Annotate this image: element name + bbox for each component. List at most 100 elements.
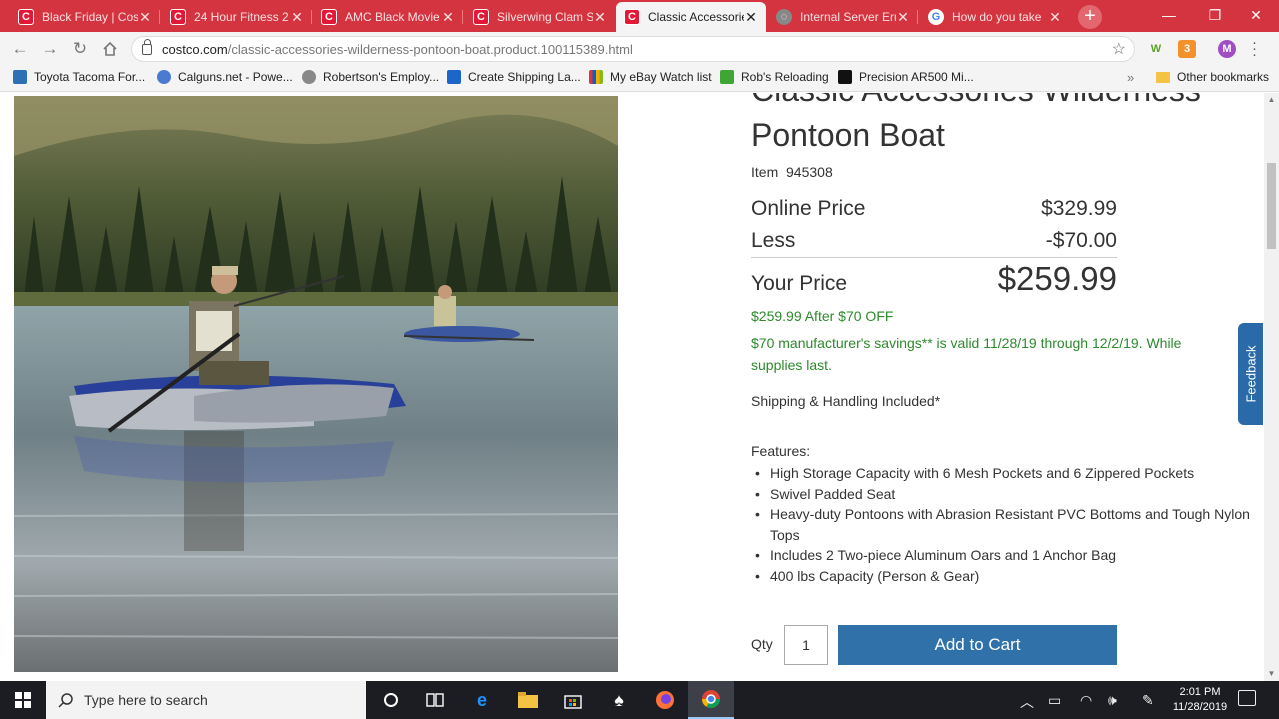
discount-row: Less -$70.00 [751,229,1117,253]
extension-badge-icon[interactable]: 3 [1178,40,1196,58]
online-price-row: Online Price $329.99 [751,197,1117,221]
globe-error-icon: ◌ [776,9,792,25]
tab-title: Silverwing Clam S [497,10,593,24]
close-tab-icon[interactable]: ✕ [1048,9,1062,26]
bookmark-label: Rob's Reloading [741,70,829,84]
extension-w-icon[interactable]: W [1147,40,1165,58]
battery-icon[interactable]: ▭ [1048,692,1061,709]
bookmark-item[interactable]: My eBay Watch list [589,70,712,84]
scroll-down-icon[interactable]: ▼ [1267,669,1276,678]
browser-tab[interactable]: C AMC Black Movie ✕ [313,2,463,32]
edge-browser-icon[interactable]: e [459,681,505,719]
bookmark-favicon-icon [302,70,316,84]
bookmark-favicon-icon [838,70,852,84]
action-center-icon[interactable] [1238,690,1256,706]
task-view-icon[interactable] [412,681,458,719]
close-tab-icon[interactable]: ✕ [290,9,304,26]
tab-title: Classic Accessories [648,10,744,24]
bookmark-item[interactable]: Toyota Tacoma For... [13,70,145,84]
forward-arrow-icon[interactable]: → [38,37,62,61]
close-tab-icon[interactable]: ✕ [138,9,152,26]
browser-tab[interactable]: C Black Friday | Cost ✕ [10,2,160,32]
chrome-menu-icon[interactable]: · · · [1252,35,1257,62]
bookmark-item[interactable]: Robertson's Employ... [302,70,439,84]
new-tab-button[interactable]: + [1078,5,1102,29]
cortana-icon[interactable] [368,681,414,719]
back-arrow-icon[interactable]: ← [8,37,32,61]
bookmark-favicon-icon [13,70,27,84]
bookmark-item[interactable]: Calguns.net - Powe... [157,70,293,84]
browser-tab[interactable]: G How do you take ✕ [920,2,1070,32]
profile-avatar[interactable]: M [1218,40,1236,58]
solitaire-icon[interactable]: ♠ [596,681,642,719]
costco-favicon-icon: C [473,9,489,25]
tab-title: 24 Hour Fitness 2 [194,10,289,24]
windows-logo-icon [15,692,31,708]
bookmarks-bar: Toyota Tacoma For... Calguns.net - Powe.… [0,66,1279,92]
browser-tab[interactable]: C 24 Hour Fitness 2 ✕ [162,2,312,32]
feedback-tab[interactable]: Feedback [1238,323,1263,425]
less-value: -$70.00 [1045,229,1117,252]
more-bookmarks-icon[interactable]: » [1127,70,1134,85]
volume-icon[interactable]: 🕪 [1108,692,1117,709]
bookmark-item[interactable]: Rob's Reloading [720,70,829,84]
home-icon[interactable] [98,37,122,61]
scrollbar-thumb[interactable] [1267,163,1276,249]
bookmark-item[interactable]: Precision AR500 Mi... [838,70,974,84]
tab-title: How do you take [952,10,1042,24]
search-icon [58,693,73,708]
bookmark-star-icon[interactable]: ☆ [1112,39,1126,59]
minimize-button[interactable]: — [1146,0,1192,30]
taskbar-clock[interactable]: 2:01 PM 11/28/2019 [1168,685,1232,715]
folder-icon [1156,71,1170,83]
page-scrollbar[interactable]: ▲ ▼ [1264,93,1279,681]
tab-title: AMC Black Movie [345,10,440,24]
close-tab-icon[interactable]: ✕ [593,9,607,26]
bookmark-favicon-icon [720,70,734,84]
start-button[interactable] [0,681,46,719]
restore-button[interactable]: ❐ [1192,0,1238,30]
file-explorer-icon[interactable] [505,681,551,719]
quantity-input[interactable]: 1 [784,625,828,665]
url-host: costco.com [162,41,228,57]
taskbar-search-input[interactable]: Type here to search [46,681,366,719]
feature-item: Heavy-duty Pontoons with Abrasion Resist… [751,504,1251,545]
pen-workspace-icon[interactable]: ✎ [1142,692,1154,709]
google-favicon-icon: G [928,9,944,25]
scroll-up-icon[interactable]: ▲ [1267,95,1276,104]
bookmark-label: Precision AR500 Mi... [859,70,974,84]
feature-item: Includes 2 Two-piece Aluminum Oars and 1… [751,545,1251,566]
close-tab-icon[interactable]: ✕ [744,9,758,26]
close-window-button[interactable]: ✕ [1233,0,1279,30]
reload-icon[interactable]: ↻ [68,37,92,61]
store-icon[interactable] [550,681,596,719]
browser-tab[interactable]: C Silverwing Clam S ✕ [465,2,615,32]
browser-tab[interactable]: ◌ Internal Server Err ✕ [768,2,918,32]
product-image[interactable] [14,96,618,672]
wifi-icon[interactable]: ◠ [1080,692,1092,709]
features-heading: Features: [751,443,811,459]
add-to-cart-button[interactable]: Add to Cart [838,625,1117,665]
chrome-taskbar-icon[interactable] [688,681,734,719]
savings-text: $70 manufacturer's savings** is valid 11… [751,335,1182,373]
bookmark-item[interactable]: Create Shipping La... [447,70,581,84]
product-title: Classic Accessories Wilderness Pontoon B… [751,93,1201,153]
other-bookmarks-folder[interactable]: Other bookmarks [1156,70,1269,84]
item-label: Item [751,164,779,180]
tab-title: Internal Server Err [800,10,896,24]
quantity-label: Qty [751,636,773,652]
item-number: 945308 [786,164,833,180]
show-hidden-icons-icon[interactable]: ︿ [1020,692,1034,712]
browser-tab-active[interactable]: C Classic Accessories ✕ [616,2,766,32]
online-price-value: $329.99 [1041,197,1117,220]
address-bar[interactable]: costco.com/classic-accessories-wildernes… [131,36,1135,62]
close-tab-icon[interactable]: ✕ [896,9,910,26]
promo-price-text: $259.99 After $70 OFF [751,308,894,324]
features-list: High Storage Capacity with 6 Mesh Pocket… [751,463,1251,586]
your-price-value: $259.99 [997,260,1117,297]
bookmark-favicon-icon [157,70,171,84]
url-path: /classic-accessories-wilderness-pontoon-… [227,41,633,57]
firefox-icon[interactable] [642,681,688,719]
bookmark-label: Calguns.net - Powe... [178,70,293,84]
close-tab-icon[interactable]: ✕ [441,9,455,26]
